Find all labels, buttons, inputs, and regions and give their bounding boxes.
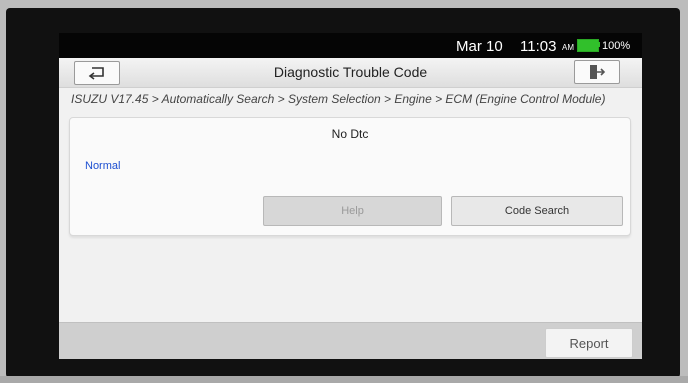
page-title: Diagnostic Trouble Code xyxy=(273,64,428,80)
exit-icon xyxy=(590,65,606,79)
title-bar: Diagnostic Trouble Code xyxy=(59,58,642,88)
status-time: 11:03 xyxy=(520,38,557,55)
result-title: No Dtc xyxy=(331,127,369,141)
status-bar: Mar 10 11:03 AM 100% xyxy=(59,33,642,58)
status-text: Normal xyxy=(85,160,121,172)
desk-surface xyxy=(0,376,688,383)
status-date: Mar 10 xyxy=(456,38,503,55)
battery-icon xyxy=(577,39,599,52)
battery-tip xyxy=(598,42,600,47)
exit-button[interactable] xyxy=(574,60,620,84)
help-button[interactable]: Help xyxy=(263,196,442,226)
battery-percent: 100% xyxy=(602,40,631,52)
breadcrumb: ISUZU V17.45 > Automatically Search > Sy… xyxy=(71,92,606,106)
status-ampm: AM xyxy=(562,43,574,52)
bottom-bar: Report xyxy=(59,322,642,359)
result-card: No Dtc Normal Help Code Search xyxy=(69,117,631,236)
screen: Mar 10 11:03 AM 100% Diagnostic Trouble … xyxy=(59,33,642,359)
code-search-button[interactable]: Code Search xyxy=(451,196,623,226)
report-button[interactable]: Report xyxy=(545,328,633,358)
